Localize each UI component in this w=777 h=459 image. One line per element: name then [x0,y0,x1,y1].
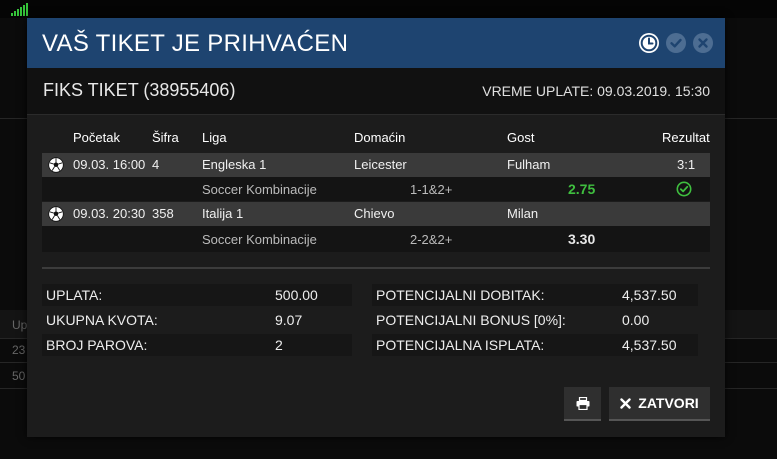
match-away-team: Milan [507,206,539,221]
summary-label: POTENCIJALNI DOBITAK: [376,287,545,303]
match-start: 09.03. 16:00 [73,157,146,172]
summary-label: BROJ PAROVA: [46,337,148,353]
header-league: Liga [202,130,227,145]
summary-value: 4,537.50 [622,287,677,303]
bet-pick: 1-1&2+ [410,182,453,197]
modal-header: VAŠ TIKET JE PRIHVAĆEN [27,18,725,68]
summary-label: POTENCIJALNI BONUS [0%]: [376,312,566,328]
check-circle-icon [676,181,692,197]
summary-row: UPLATA: 500.00 [42,284,352,306]
ticket-modal: VAŠ TIKET JE PRIHVAĆEN FIKS TIKET (38955… [27,18,725,437]
summary-value: 500.00 [275,287,318,303]
soccer-ball-icon [48,206,64,222]
table-row: 09.03. 16:00 4 Engleska 1 Leicester Fulh… [42,153,710,177]
summary-label: UPLATA: [46,287,103,303]
check-circle-icon[interactable] [666,33,686,53]
soccer-ball-icon [48,157,64,173]
summary-label: POTENCIJALNA ISPLATA: [376,337,545,353]
header-code: Šifra [152,130,179,145]
summary-value: 4,537.50 [622,337,677,353]
summary-row: POTENCIJALNI BONUS [0%]: 0.00 [372,309,698,331]
print-icon [576,396,589,410]
bet-type: Soccer Kombinacije [202,182,317,197]
background-row-text: Up [12,318,28,332]
ticket-subheader: FIKS TIKET (38955406) VREME UPLATE: 09.0… [27,68,725,115]
summary-value: 0.00 [622,312,650,328]
close-circle-icon[interactable] [693,33,713,53]
table-row: 09.03. 20:30 358 Italija 1 Chievo Milan [42,202,710,226]
match-league: Italija 1 [202,206,244,221]
ticket-title: FIKS TIKET (38955406) [43,80,236,100]
bet-pick: 2-2&2+ [410,232,453,247]
print-button[interactable] [564,387,601,421]
background-row-text: 50 [12,369,26,383]
match-home-team: Leicester [354,157,407,172]
table-header: Početak Šifra Liga Domaćin Gost Rezultat [42,130,710,150]
bet-type: Soccer Kombinacije [202,232,317,247]
table-row-bet: Soccer Kombinacije 2-2&2+ 3.30 [42,226,710,252]
signal-strength-icon [11,3,28,16]
close-button-label: ZATVORI [638,395,699,411]
match-home-team: Chievo [354,206,395,221]
table-row-bet: Soccer Kombinacije 1-1&2+ 2.75 [42,177,710,201]
summary-label: UKUPNA KVOTA: [46,312,158,328]
background-row-text: 23 [12,343,26,357]
bet-odds: 2.75 [568,181,596,197]
header-result: Rezultat [662,130,710,145]
summary-row: POTENCIJALNI DOBITAK: 4,537.50 [372,284,698,306]
summary-row: BROJ PAROVA: 2 [42,334,352,356]
section-divider [42,267,710,269]
modal-title: VAŠ TIKET JE PRIHVAĆEN [42,30,349,57]
header-home: Domaćin [354,130,406,145]
summary-value: 9.07 [275,312,303,328]
background-top-bar [0,0,777,18]
summary-row: POTENCIJALNA ISPLATA: 4,537.50 [372,334,698,356]
clock-icon[interactable] [639,33,659,53]
match-start: 09.03. 20:30 [73,206,146,221]
match-code: 4 [152,157,160,172]
match-result: 3:1 [677,157,696,172]
summary-value: 2 [275,337,283,353]
close-button[interactable]: ZATVORI [609,387,710,421]
match-away-team: Fulham [507,157,551,172]
header-away: Gost [507,130,535,145]
payment-time: VREME UPLATE: 09.03.2019. 15:30 [482,83,710,99]
match-league: Engleska 1 [202,157,267,172]
header-start: Početak [73,130,120,145]
match-code: 358 [152,206,174,221]
summary-row: UKUPNA KVOTA: 9.07 [42,309,352,331]
close-icon [620,397,631,409]
bet-odds: 3.30 [568,231,596,247]
